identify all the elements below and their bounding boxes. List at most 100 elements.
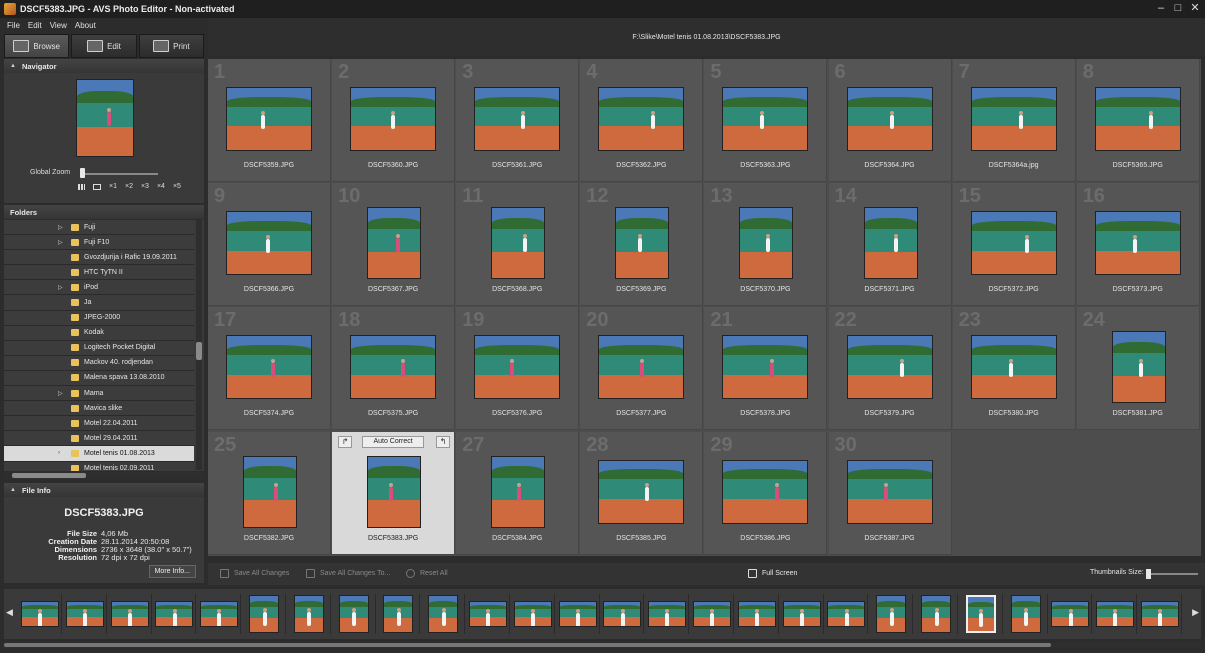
thumbnail-cell[interactable]: 22 DSCF5379.JPG	[828, 307, 952, 431]
zoom-x3[interactable]: ×3	[141, 183, 149, 190]
thumbnail-image[interactable]	[846, 335, 933, 400]
global-zoom-slider[interactable]	[82, 173, 158, 175]
filmstrip-left-arrow-icon[interactable]: ◀	[6, 607, 13, 618]
filmstrip-thumbnail[interactable]	[511, 594, 555, 634]
menu-file[interactable]: File	[7, 21, 20, 30]
filmstrip-thumbnail[interactable]	[1048, 594, 1093, 634]
thumbnail-cell[interactable]: 23 DSCF5380.JPG	[952, 307, 1076, 431]
reset-all-button[interactable]: Reset All	[406, 569, 448, 578]
thumbnail-cell[interactable]: 7 DSCF5364a.jpg	[952, 59, 1076, 182]
thumbnail-cell[interactable]: 11 DSCF5368.JPG	[456, 183, 580, 307]
thumbnail-image[interactable]	[970, 211, 1057, 276]
full-screen-button[interactable]: Full Screen	[748, 569, 797, 578]
thumbnail-image[interactable]	[598, 335, 685, 400]
thumbnail-cell[interactable]: 14 DSCF5371.JPG	[828, 183, 952, 307]
folder-item[interactable]: ▷ iPod	[4, 280, 194, 296]
folder-item[interactable]: HTC TyTN II	[4, 265, 194, 281]
filmstrip-thumbnail[interactable]	[197, 594, 242, 634]
folder-item[interactable]: ▷ Mama	[4, 386, 194, 402]
expand-arrow-icon[interactable]: ▷	[58, 239, 63, 246]
filmstrip-thumbnail[interactable]	[332, 594, 376, 634]
thumbnail-image[interactable]	[367, 207, 422, 280]
filmstrip-right-arrow-icon[interactable]: ▶	[1192, 607, 1199, 618]
filmstrip-thumbnail[interactable]	[824, 594, 869, 634]
zoom-x1[interactable]: ×1	[109, 183, 117, 190]
save-all-changes-button[interactable]: Save All Changes	[220, 569, 289, 578]
thumbnail-image[interactable]	[722, 459, 809, 524]
filmstrip-thumbnail[interactable]	[1093, 594, 1138, 634]
filmstrip-thumbnail[interactable]	[242, 594, 286, 634]
thumbnail-image[interactable]	[226, 87, 312, 151]
tab-browse[interactable]: Browse	[4, 34, 70, 58]
save-all-changes-to-button[interactable]: Save All Changes To...	[306, 569, 390, 578]
thumbnail-image[interactable]	[863, 207, 918, 280]
menu-edit[interactable]: Edit	[28, 21, 42, 30]
thumbnail-image[interactable]	[722, 87, 809, 151]
thumbnail-cell[interactable]: 4 DSCF5362.JPG	[580, 59, 704, 182]
thumbnail-cell[interactable]: 28 DSCF5385.JPG	[580, 431, 704, 555]
thumbnail-image[interactable]	[1111, 331, 1166, 404]
filmstrip-thumbnail[interactable]	[152, 594, 197, 634]
folders-horizontal-scrollbar[interactable]	[4, 472, 204, 479]
rotate-left-icon[interactable]: ↰	[436, 435, 451, 448]
expand-arrow-icon[interactable]: ▷	[58, 390, 63, 397]
filmstrip-thumbnail[interactable]	[63, 594, 107, 634]
filmstrip-thumbnail[interactable]	[645, 594, 690, 634]
filmstrip-thumbnail[interactable]	[959, 594, 1003, 634]
folder-item[interactable]: Motel 29.04.2011	[4, 431, 194, 447]
minimize-icon[interactable]: –	[1155, 2, 1167, 15]
thumbnail-image[interactable]	[846, 459, 933, 524]
zoom-x4[interactable]: ×4	[157, 183, 165, 190]
thumbnail-cell[interactable]: 21 DSCF5378.JPG	[704, 307, 828, 431]
thumbnail-cell[interactable]: 6 DSCF5364.JPG	[828, 59, 952, 182]
thumbnail-image[interactable]	[491, 207, 546, 280]
thumbnail-image[interactable]	[474, 87, 561, 151]
thumbnail-image[interactable]	[1094, 87, 1181, 151]
thumbnail-cell[interactable]: 24 DSCF5381.JPG	[1076, 307, 1200, 431]
folder-item[interactable]: Malena spava 13.08.2010	[4, 370, 194, 387]
thumbnail-image[interactable]	[970, 87, 1057, 151]
tab-print[interactable]: Print	[138, 34, 204, 58]
folder-item[interactable]: Ja	[4, 295, 194, 311]
filmstrip-thumbnail[interactable]	[376, 594, 421, 634]
navigator-header[interactable]: ▲ Navigator	[4, 59, 204, 73]
filmstrip-thumbnail[interactable]	[18, 594, 62, 634]
filmstrip-thumbnail[interactable]	[735, 594, 779, 634]
thumbnail-cell[interactable]: 15 DSCF5372.JPG	[952, 183, 1076, 307]
filmstrip-thumbnail[interactable]	[869, 594, 914, 634]
folder-item[interactable]: Mackov 40. rodjendan	[4, 355, 194, 371]
thumbnail-cell[interactable]: 3 DSCF5361.JPG	[456, 59, 580, 182]
folder-item[interactable]: Motel tenis 02.09.2011	[4, 461, 194, 471]
expand-arrow-icon[interactable]: ▷	[58, 224, 63, 231]
filmstrip-thumbnail[interactable]	[466, 594, 510, 634]
file-info-header[interactable]: ▲ File Info	[4, 483, 204, 497]
thumbnail-cell[interactable]: 30 DSCF5387.JPG	[828, 431, 952, 555]
thumbnail-image[interactable]	[350, 87, 437, 151]
thumbnail-cell[interactable]: 1 DSCF5359.JPG	[208, 59, 331, 182]
thumbnail-cell[interactable]: 19 DSCF5376.JPG	[456, 307, 580, 431]
folder-item[interactable]: Logitech Pocket Digital	[4, 340, 194, 356]
filmstrip-thumbnail[interactable]	[914, 594, 958, 634]
thumbnail-cell[interactable]: 18 DSCF5375.JPG	[332, 307, 456, 431]
thumbnail-cell[interactable]: 2 DSCF5360.JPG	[332, 59, 456, 182]
thumbnail-cell[interactable]: 29 DSCF5386.JPG	[704, 431, 828, 555]
navigator-preview[interactable]	[76, 79, 134, 157]
thumbnail-cell[interactable]: 9 DSCF5366.JPG	[208, 183, 331, 307]
folder-item[interactable]: ▷ Fuji F10	[4, 235, 194, 251]
filmstrip-thumbnail[interactable]	[108, 594, 152, 634]
thumbnail-image[interactable]	[739, 207, 794, 280]
more-info-button[interactable]: More Info...	[148, 565, 196, 578]
thumbnail-image[interactable]	[722, 335, 809, 400]
filmstrip-thumbnail[interactable]	[600, 594, 645, 634]
thumbnail-image[interactable]	[226, 211, 312, 276]
thumbnail-cell[interactable]: 17 DSCF5374.JPG	[208, 307, 331, 431]
expand-arrow-icon[interactable]: ▷	[58, 284, 63, 291]
filmstrip-scrollbar[interactable]	[4, 642, 1201, 648]
filmstrip-thumbnail[interactable]	[1004, 594, 1048, 634]
global-zoom-knob[interactable]	[80, 168, 85, 178]
thumbnail-cell[interactable]: 12 DSCF5369.JPG	[580, 183, 704, 307]
thumbnails-size-slider[interactable]	[1148, 573, 1198, 575]
thumbnail-cell[interactable]: 5 DSCF5363.JPG	[704, 59, 828, 182]
thumbnail-image[interactable]	[474, 335, 561, 400]
folder-item[interactable]: Mavica slike	[4, 401, 194, 417]
